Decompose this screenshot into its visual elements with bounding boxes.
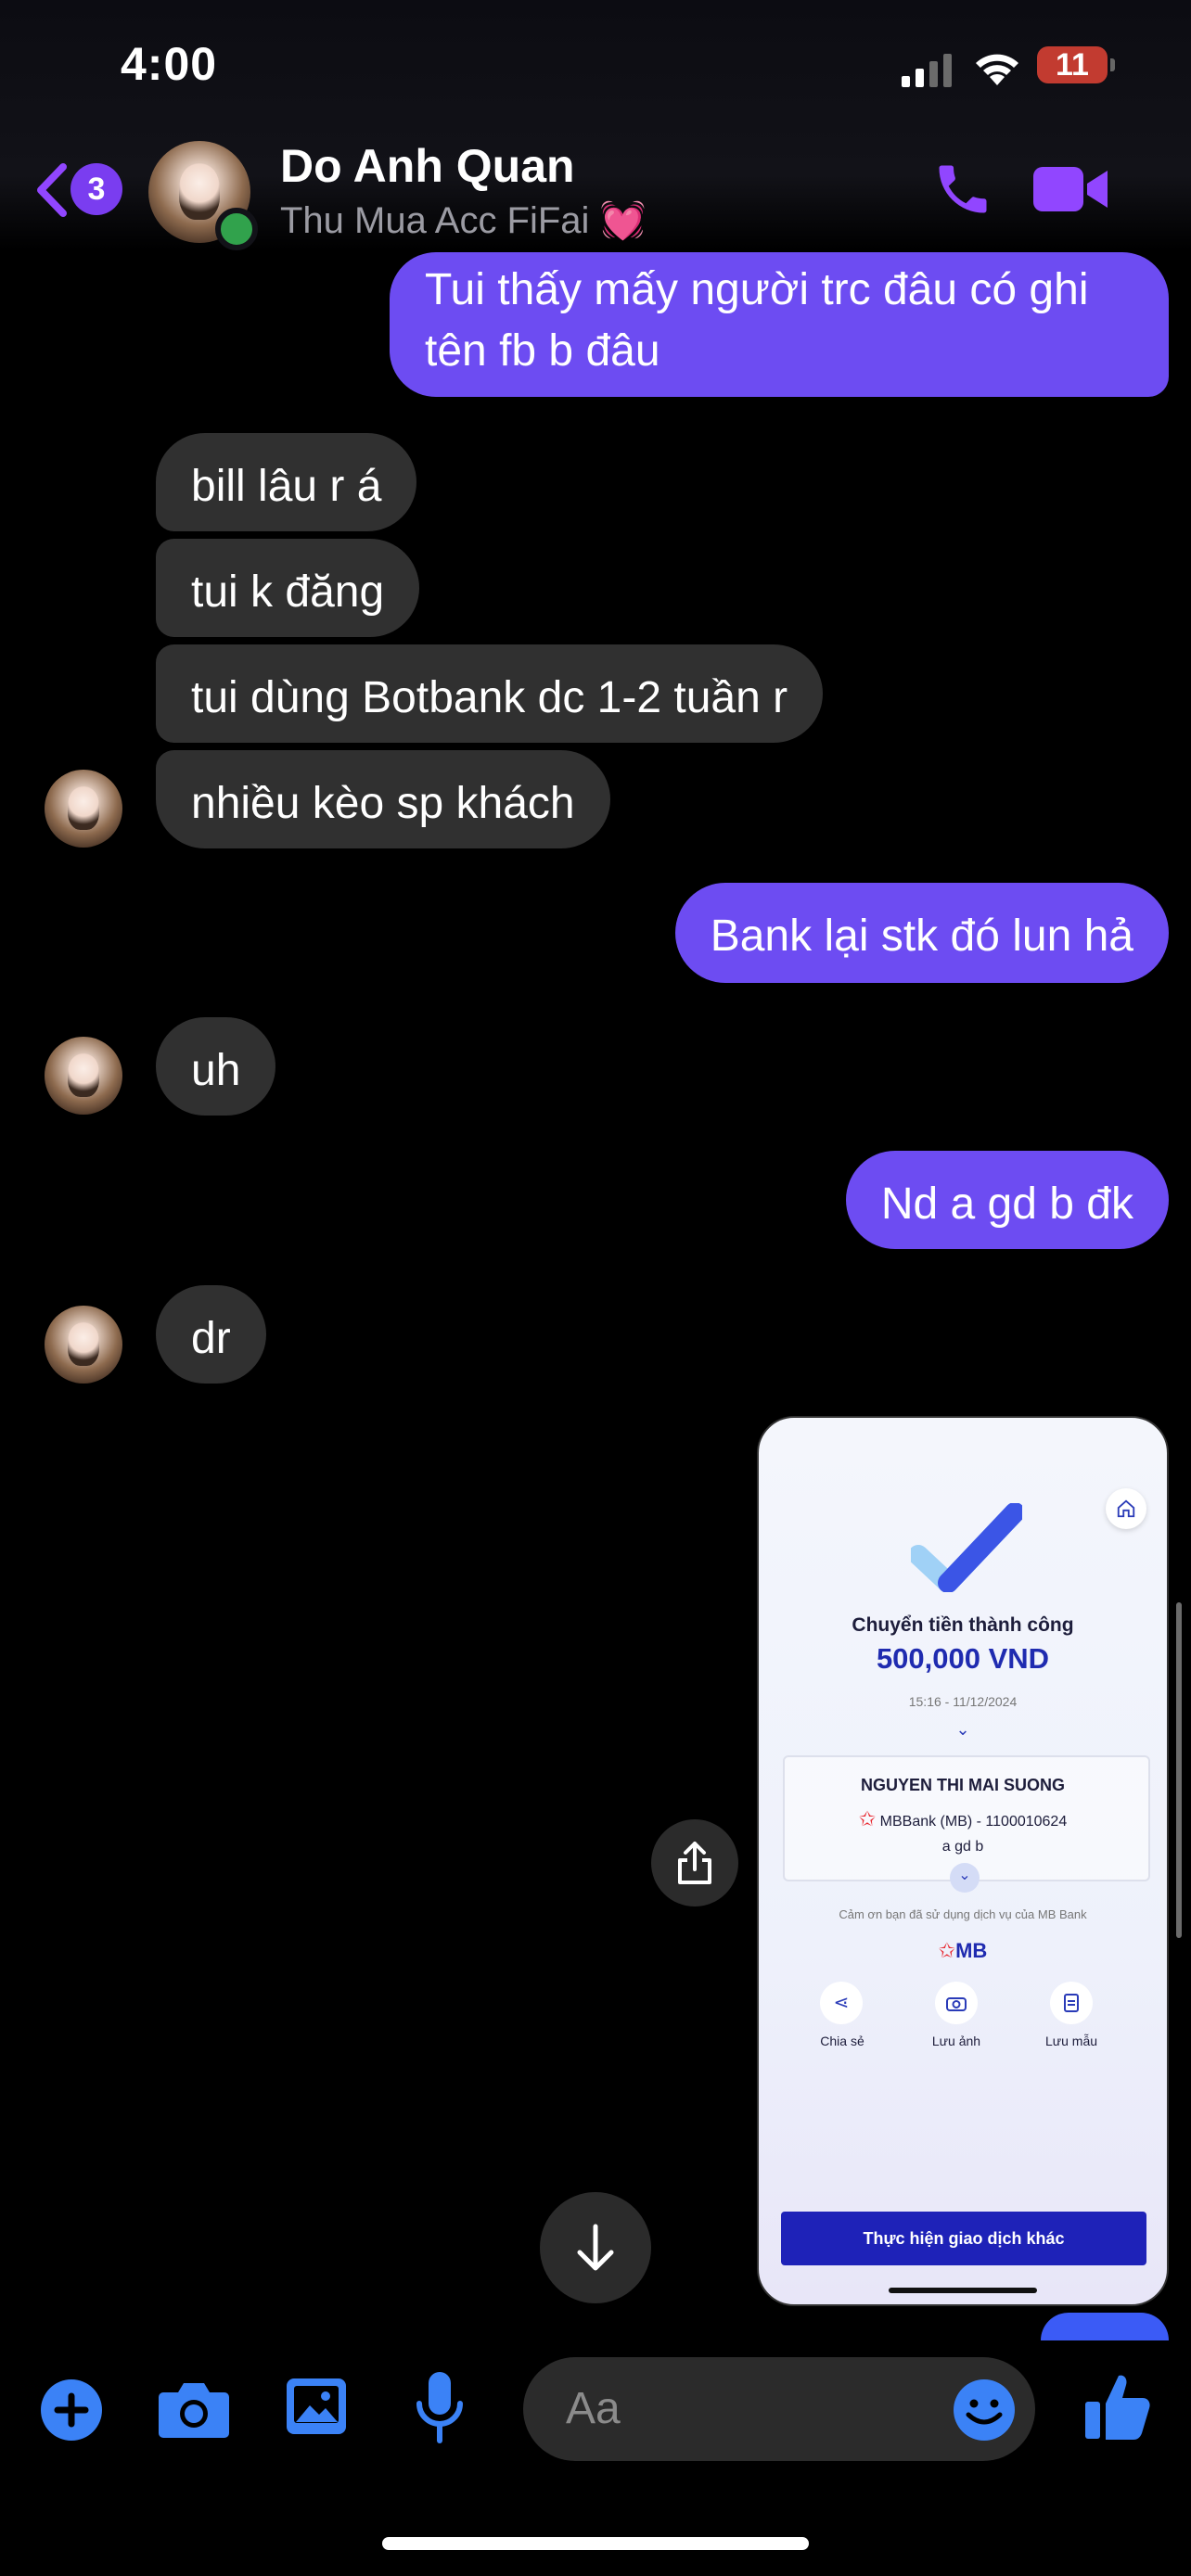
mb-star-icon: ✩ [858,1807,877,1830]
shared-image-receipt[interactable]: Chuyển tiền thành công 500,000 VND 15:16… [757,1416,1169,2306]
template-icon [1050,1982,1093,2024]
action-share: Chia sẻ [820,2034,864,2048]
wifi-icon [976,54,1018,85]
camera-small-icon [935,1982,978,2024]
receipt-home-indicator [889,2288,1037,2293]
gallery-icon[interactable] [284,2376,349,2437]
receipt-title: Chuyển tiền thành công [852,1614,1074,1636]
battery-indicator: 11 [1037,46,1115,83]
receipt-datetime: 15:16 - 11/12/2024 [908,1694,1018,1709]
chevron-down-icon: ⌄ [955,1720,970,1739]
home-indicator [382,2537,809,2550]
home-icon [1106,1488,1146,1529]
share-upload-icon [678,1842,711,1884]
checkmark-icon [911,1503,1022,1592]
receipt-amount: 500,000 VND [876,1642,1050,1675]
unread-badge: 3 [70,163,122,215]
back-button[interactable]: 3 [33,158,126,223]
action-save-image: Lưu ảnh [931,2034,981,2048]
contact-subtitle: Thu Mua Acc FiFai 💓 [280,200,647,241]
plus-icon[interactable] [41,2379,102,2441]
message-bubble-incoming[interactable]: nhiều kèo sp khách [156,750,610,848]
status-time: 4:00 [121,38,218,90]
new-transaction-button: Thực hiện giao dịch khác [781,2212,1146,2265]
chevron-left-icon [37,163,67,217]
action-save-template: Lưu mẫu [1044,2034,1098,2048]
video-call-icon[interactable] [1031,163,1109,215]
online-status-icon [215,208,258,250]
message-bubble-outgoing-partial [1041,2313,1169,2340]
camera-icon[interactable] [158,2376,230,2441]
signal-icon [902,54,952,87]
recipient-bank: ✩ MBBank (MB) - 1100010624 [858,1807,1068,1830]
message-bubble-outgoing[interactable]: Nd a gd b đk [845,1151,1169,1249]
message-bubble-outgoing[interactable]: Tui thấy mấy người trc đâu có ghi tên fb… [390,252,1169,397]
message-bubble-incoming[interactable]: dr [156,1285,266,1384]
contact-name[interactable]: Do Anh Quan [280,139,575,193]
mb-logo: ✩MB [938,1939,988,1962]
scroll-to-bottom-button[interactable] [540,2192,651,2303]
message-line: Tui thấy mấy người trc đâu có ghi [425,265,1089,314]
phone-call-icon[interactable] [931,158,994,221]
message-bubble-incoming[interactable]: uh [156,1017,276,1116]
message-input-placeholder: Aa [566,2384,621,2433]
message-bubble-incoming[interactable]: tui dùng Botbank dc 1-2 tuần r [156,644,824,743]
message-bubble-incoming[interactable]: bill lâu r á [156,433,417,531]
thumbs-up-icon[interactable] [1083,2370,1152,2442]
message-bubble-incoming[interactable]: tui k đăng [156,539,420,637]
transfer-note: a gd b [941,1839,984,1855]
share-button[interactable] [651,1819,738,1906]
message-bubble-outgoing[interactable]: Bank lại stk đó lun hả [674,883,1169,983]
share-icon: ⋖ [820,1982,863,2024]
recipient-name: NGUYEN THI MAI SUONG [860,1776,1065,1794]
arrow-down-icon [577,2224,614,2271]
microphone-icon[interactable] [414,2370,466,2444]
emoji-icon[interactable] [952,2378,1017,2442]
scrollbar[interactable] [1176,1602,1182,1938]
message-line: tên fb b đâu [425,326,660,376]
expand-icon: ⌄ [950,1863,980,1893]
sender-avatar[interactable] [45,1306,122,1384]
sender-avatar[interactable] [45,1037,122,1115]
sender-avatar[interactable] [45,770,122,848]
thanks-text: Cảm ơn bạn đã sử dụng dịch vụ của MB Ban… [839,1907,1087,1921]
